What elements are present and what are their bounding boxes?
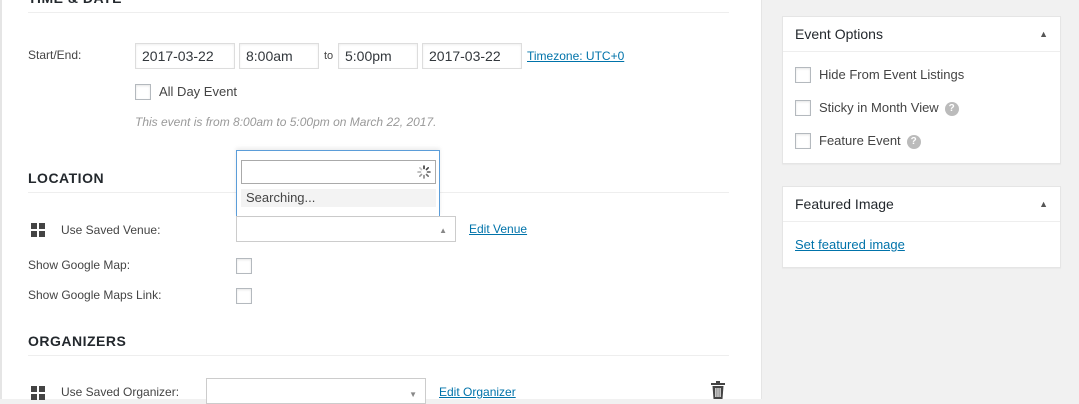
edit-venue-link[interactable]: Edit Venue xyxy=(469,222,527,236)
venue-select[interactable]: ▲ xyxy=(236,216,456,242)
timezone-link[interactable]: Timezone: UTC+0 xyxy=(527,49,624,63)
sticky-month-view-label: Sticky in Month View xyxy=(819,100,939,115)
featured-image-title: Featured Image ▲ xyxy=(783,187,1060,222)
saved-organizer-label: Use Saved Organizer: xyxy=(61,385,180,399)
set-featured-image-link[interactable]: Set featured image xyxy=(795,237,905,252)
trash-icon[interactable] xyxy=(710,381,726,399)
loading-spinner-icon xyxy=(417,165,431,179)
start-end-label: Start/End: xyxy=(28,48,82,62)
all-day-checkbox[interactable] xyxy=(135,84,151,100)
to-label: to xyxy=(324,50,334,62)
searching-status: Searching... xyxy=(241,189,436,207)
featured-image-heading: Featured Image xyxy=(795,196,894,212)
collapse-toggle-icon[interactable]: ▲ xyxy=(1039,187,1048,221)
event-options-heading: Event Options xyxy=(795,26,883,42)
collapse-arrow-icon: ▲ xyxy=(439,226,447,235)
featured-image-box: Featured Image ▲ Set featured image xyxy=(782,186,1061,268)
sticky-month-view-option: Sticky in Month View? xyxy=(795,99,959,117)
event-time-summary: This event is from 8:00am to 5:00pm on M… xyxy=(135,115,437,129)
organizer-select[interactable]: ▼ xyxy=(206,378,426,404)
drag-handle-icon[interactable] xyxy=(31,223,45,237)
end-date-input[interactable]: 2017-03-22 xyxy=(422,43,522,69)
event-options-title: Event Options ▲ xyxy=(783,17,1060,52)
show-map-link-checkbox[interactable] xyxy=(236,288,252,304)
hide-from-listings-label: Hide From Event Listings xyxy=(819,67,965,82)
sticky-month-view-checkbox[interactable] xyxy=(795,99,811,116)
left-border xyxy=(0,0,2,399)
help-icon[interactable]: ? xyxy=(906,134,921,149)
drag-handle-icon[interactable] xyxy=(31,386,45,400)
end-time-input[interactable]: 5:00pm xyxy=(338,43,418,69)
hide-from-listings-checkbox[interactable] xyxy=(795,66,811,83)
hide-from-listings-option: Hide From Event Listings xyxy=(795,66,965,84)
feature-event-checkbox[interactable] xyxy=(795,132,811,149)
event-options-box: Event Options ▲ Hide From Event Listings… xyxy=(782,16,1061,164)
time-date-header: TIME & DATE xyxy=(28,0,729,13)
all-day-label: All Day Event xyxy=(159,84,238,99)
venue-search-input[interactable] xyxy=(241,160,436,184)
start-date-input[interactable]: 2017-03-22 xyxy=(135,43,235,69)
show-map-label: Show Google Map: xyxy=(28,258,131,272)
feature-event-label: Feature Event xyxy=(819,133,901,148)
collapse-toggle-icon[interactable]: ▲ xyxy=(1039,17,1048,51)
start-time-input[interactable]: 8:00am xyxy=(239,43,319,69)
saved-venue-label: Use Saved Venue: xyxy=(61,223,161,237)
show-map-checkbox[interactable] xyxy=(236,258,252,274)
venue-dropdown: Searching... xyxy=(236,150,440,216)
edit-organizer-link[interactable]: Edit Organizer xyxy=(439,385,516,399)
show-map-link-label: Show Google Maps Link: xyxy=(28,288,162,302)
help-icon[interactable]: ? xyxy=(944,101,959,116)
chevron-down-icon: ▼ xyxy=(409,390,417,399)
main-content: TIME & DATE Start/End: 2017-03-22 8:00am… xyxy=(0,0,762,404)
feature-event-option: Feature Event? xyxy=(795,132,921,150)
organizers-header: ORGANIZERS xyxy=(28,333,729,356)
